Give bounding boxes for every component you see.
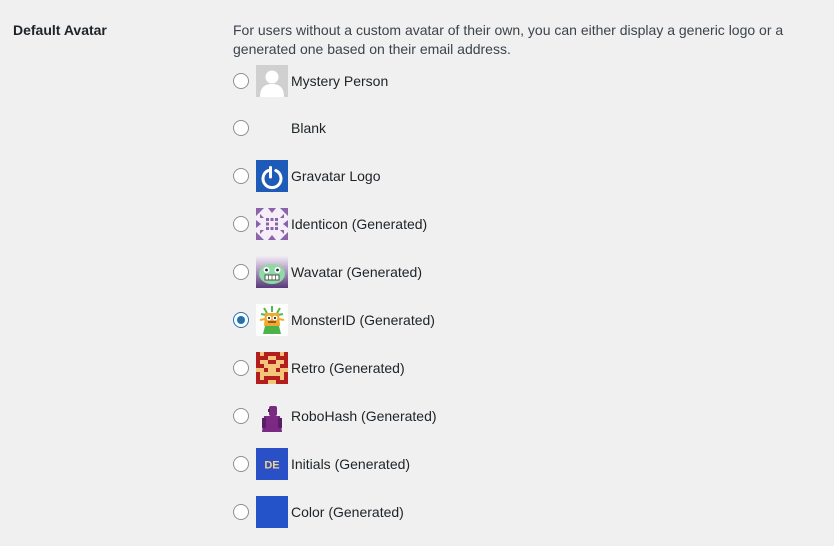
option-label: Initials (Generated) [291, 456, 411, 472]
option-mystery-person[interactable]: Mystery Person [232, 64, 632, 98]
option-label: MonsterID (Generated) [291, 312, 435, 328]
wavatar-icon [256, 256, 288, 288]
option-initials[interactable]: DE Initials (Generated) [232, 447, 632, 481]
mystery-person-icon [256, 65, 288, 97]
option-wavatar[interactable]: Wavatar (Generated) [232, 255, 632, 289]
svg-text:DE: DE [264, 460, 279, 472]
option-label: Blank [291, 120, 327, 136]
radio-color[interactable] [233, 504, 249, 520]
default-avatar-description: For users without a custom avatar of the… [233, 22, 784, 57]
radio-retro[interactable] [233, 360, 249, 376]
radio-blank[interactable] [233, 120, 249, 136]
option-label: Identicon (Generated) [291, 216, 428, 232]
monsterid-icon [256, 304, 288, 336]
radio-gravatar-logo[interactable] [233, 168, 249, 184]
radio-robohash[interactable] [233, 408, 249, 424]
retro-icon [256, 352, 288, 384]
radio-identicon[interactable] [233, 216, 249, 232]
option-label: Mystery Person [291, 73, 389, 89]
option-gravatar-logo[interactable]: Gravatar Logo [232, 159, 632, 193]
option-label: Gravatar Logo [291, 168, 381, 184]
radio-initials[interactable] [233, 456, 249, 472]
option-label: Retro (Generated) [291, 360, 405, 376]
option-identicon[interactable]: Identicon (Generated) [232, 207, 632, 241]
option-retro[interactable]: Retro (Generated) [232, 351, 632, 385]
radio-wavatar[interactable] [233, 264, 249, 280]
default-avatar-label: Default Avatar [13, 22, 107, 38]
gravatar-logo-icon [256, 160, 288, 192]
option-label: Wavatar (Generated) [291, 264, 422, 280]
radio-monsterid[interactable] [233, 312, 249, 328]
option-blank[interactable]: Blank [232, 111, 632, 145]
option-label: Color (Generated) [291, 504, 404, 520]
identicon-icon [256, 208, 288, 240]
option-label: RoboHash (Generated) [291, 408, 437, 424]
color-icon [256, 496, 288, 528]
initials-icon: DE [256, 448, 288, 480]
radio-mystery-person[interactable] [233, 73, 249, 89]
option-color[interactable]: Color (Generated) [232, 495, 632, 529]
option-monsterid[interactable]: MonsterID (Generated) [232, 303, 632, 337]
blank-icon [256, 112, 288, 144]
robohash-icon [262, 406, 282, 432]
option-robohash[interactable]: RoboHash (Generated) [232, 399, 632, 433]
